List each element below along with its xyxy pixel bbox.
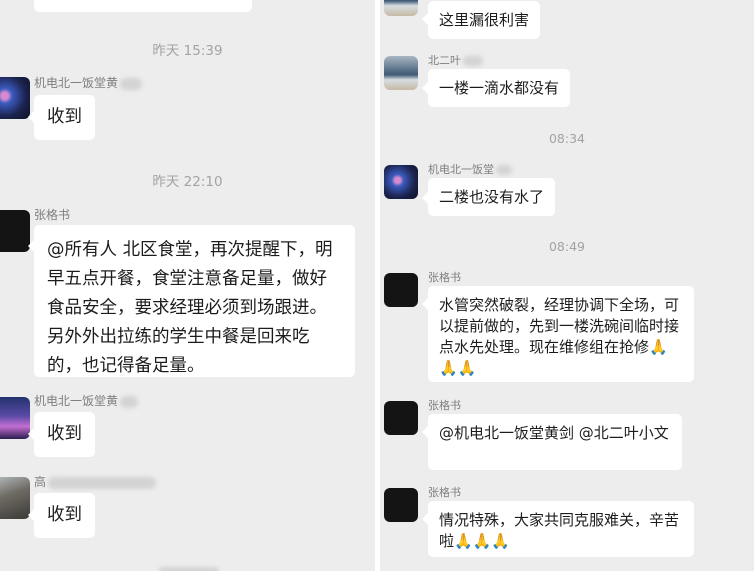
redacted-name: [48, 476, 157, 489]
sender-name: 张格书: [34, 208, 71, 222]
avatar[interactable]: [0, 477, 30, 519]
timestamp: 昨天 15:39: [152, 43, 223, 59]
message-bubble[interactable]: 收到: [34, 95, 95, 140]
redacted-name: [496, 165, 512, 175]
avatar[interactable]: [384, 401, 418, 435]
avatar[interactable]: [0, 397, 30, 439]
message-bubble[interactable]: 情况特殊，大家共同克服难关，辛苦啦🙏🙏🙏: [428, 501, 694, 557]
timestamp: 08:49: [548, 239, 586, 254]
previous-message-bubble[interactable]: [34, 0, 252, 12]
message-bubble[interactable]: 水管突然破裂，经理协调下全场，可以提前做的，先到一楼洗碗间临时接点水先处理。现在…: [428, 286, 694, 382]
avatar[interactable]: [384, 488, 418, 522]
redacted-name: [120, 395, 139, 408]
timestamp-partial: [0, 563, 375, 571]
redacted-name: [120, 77, 143, 90]
message-bubble[interactable]: @所有人 北区食堂，再次提醒下，明早五点开餐，食堂注意备足量，做好食品安全，要求…: [34, 225, 355, 377]
redacted-name: [463, 56, 483, 66]
avatar[interactable]: [384, 0, 418, 16]
message-bubble[interactable]: 收到: [34, 493, 95, 538]
message-bubble[interactable]: 一楼一滴水都没有: [428, 69, 571, 107]
message-bubble[interactable]: 收到: [34, 412, 95, 457]
sender-name: 北二叶: [428, 52, 483, 68]
sender-name: 高: [34, 473, 157, 490]
sender-name: 机电北一饭堂黄: [34, 74, 143, 91]
sender-name: 张格书: [428, 486, 461, 499]
sender-name: 张格书: [428, 271, 461, 284]
avatar[interactable]: [0, 77, 30, 119]
timestamp: 08:34: [548, 131, 586, 146]
message-bubble[interactable]: @机电北一饭堂黄剑 @北二叶小文: [428, 414, 682, 470]
avatar[interactable]: [384, 273, 418, 307]
sender-name: 张格书: [428, 399, 461, 412]
avatar[interactable]: [384, 165, 418, 199]
message-bubble[interactable]: 这里漏很利害: [428, 1, 541, 39]
avatar[interactable]: [0, 210, 30, 252]
chat-panel-right: 这里漏很利害 北二叶 一楼一滴水都没有 08:34 机电北一饭堂 二楼也没有水了…: [380, 0, 754, 571]
timestamp: 昨天 22:10: [152, 174, 223, 190]
message-bubble[interactable]: 二楼也没有水了: [428, 178, 556, 216]
sender-name: 机电北一饭堂: [428, 161, 512, 177]
chat-panel-left: 昨天 15:39 机电北一饭堂黄 收到 昨天 22:10 张格书 @所有人 北区…: [0, 0, 375, 571]
avatar[interactable]: [384, 56, 418, 90]
sender-name: 机电北一饭堂黄: [34, 392, 139, 409]
